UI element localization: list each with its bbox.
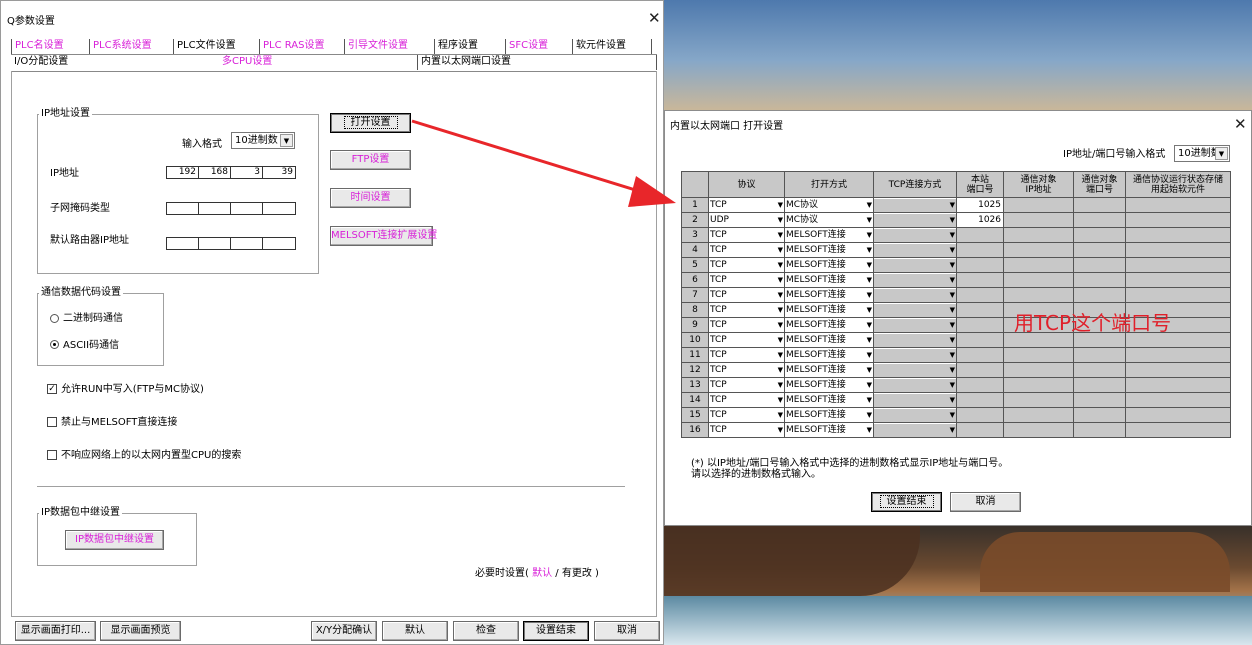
arrow-shaft [411, 119, 643, 194]
red-arrow-icon [411, 119, 676, 207]
arrow-head [628, 176, 676, 207]
